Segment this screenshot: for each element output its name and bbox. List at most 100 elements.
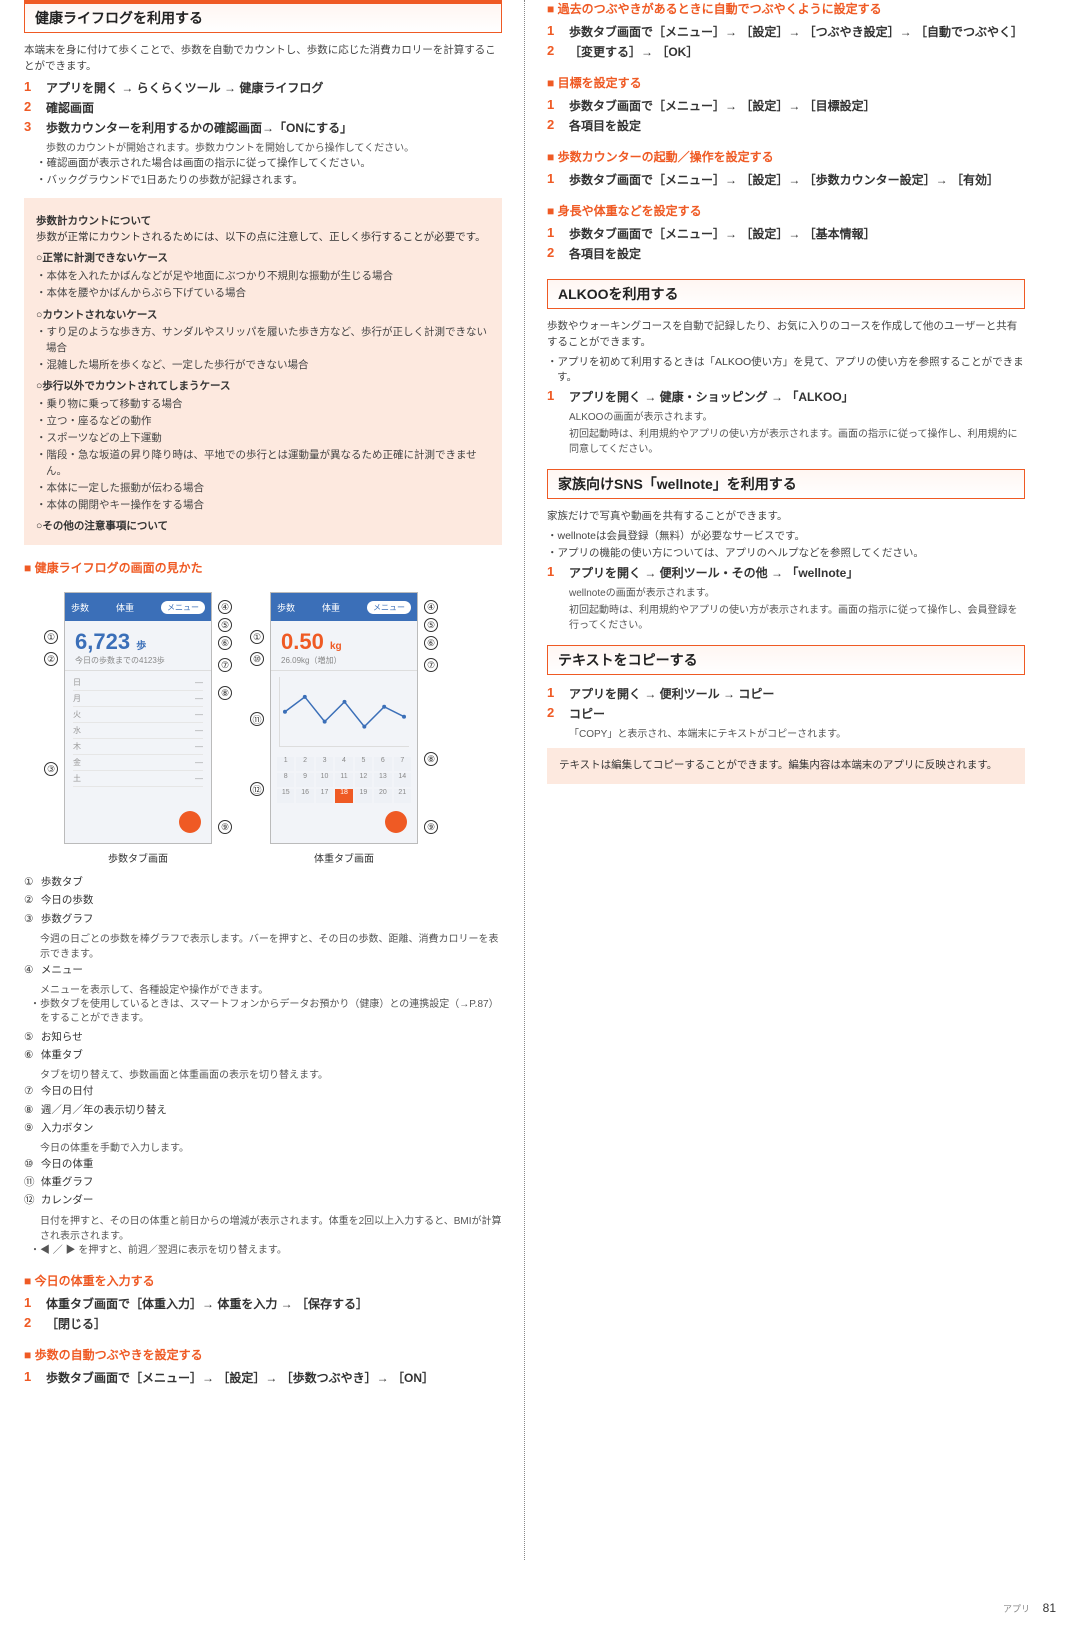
note-section: ○正常に計測できないケース (36, 251, 490, 267)
fab-input-button[interactable] (179, 811, 201, 833)
callout-6: ⑥ (218, 636, 232, 650)
list-item[interactable]: 火― (73, 707, 203, 723)
legend-label: 入力ボタン (41, 1122, 94, 1134)
legend-sub: 今週の日ごとの歩数を棒グラフで表示します。バーを押すと、その日の歩数、距離、消費… (40, 930, 502, 960)
tab-steps[interactable]: 歩数 (277, 601, 295, 614)
step-text: 歩数タブ画面で［メニュー］→ ［設定］→ ［歩数カウンター設定］→ ［有効］ (569, 171, 1025, 188)
step-number: 2 (24, 99, 38, 116)
subheading-screen-overview: 健康ライフログの画面の見かた (24, 559, 502, 576)
step-text: 各項目を設定 (569, 245, 1025, 262)
note-bullet: 乗り物に乗って移動する場合 (46, 397, 490, 412)
step: 2 ［変更する］→ ［OK］ (547, 43, 1025, 60)
legend-sub: タブを切り替えて、歩数画面と体重画面の表示を切り替えます。 (40, 1066, 502, 1081)
subheading-past-tweet: 過去のつぶやきがあるときに自動でつぶやくように設定する (547, 0, 1025, 17)
legend-label: 今日の歩数 (41, 894, 94, 906)
step-text: アプリを開く → 健康・ショッピング → 「ALKOO」 (569, 388, 1025, 405)
list-item[interactable]: 日― (73, 675, 203, 691)
menu-button[interactable]: メニュー (367, 601, 411, 614)
step: 1 アプリを開く → 便利ツール・その他 → 「wellnote」 (547, 564, 1025, 581)
callout-1: ① (250, 630, 264, 644)
legend-label: 週／月／年の表示切り替え (41, 1104, 167, 1116)
note-bullet: 混雑した場所を歩くなど、一定した歩行ができない場合 (46, 358, 490, 373)
step-text: アプリを開く → 便利ツール・その他 → 「wellnote」 (569, 564, 1025, 581)
step-subtext: 初回起動時は、利用規約やアプリの使い方が表示されます。画面の指示に従って操作し、… (569, 425, 1025, 455)
step-text: 歩数タブ画面で［メニュー］→ ［設定］→ ［目標設定］ (569, 97, 1025, 114)
callout-11: ⑪ (250, 712, 264, 726)
screenshot-caption: 歩数タブ画面 (48, 850, 228, 865)
note-bullet: すり足のような歩き方、サンダルやスリッパを履いた歩き方など、歩行が正しく計測でき… (46, 325, 490, 355)
list-item[interactable]: 木― (73, 739, 203, 755)
step: 2 ［閉じる］ (24, 1315, 502, 1332)
step-text: 体重タブ画面で［体重入力］→ 体重を入力 → ［保存する］ (46, 1295, 502, 1312)
step-number: 3 (24, 119, 38, 136)
note-bullet: スポーツなどの上下運動 (46, 431, 490, 446)
subheading-goal: 目標を設定する (547, 74, 1025, 91)
subheading-counter-setting: 歩数カウンターの起動／操作を設定する (547, 148, 1025, 165)
calendar[interactable]: 1234567 891011121314 15161718192021 (271, 753, 417, 807)
callout-10: ⑩ (250, 652, 264, 666)
list-item[interactable]: 月― (73, 691, 203, 707)
line-chart-icon (280, 677, 409, 746)
legend-sub: ◀ ／ ▶ を押すと、前週／翌週に表示を切り替えます。 (40, 1244, 502, 1259)
wellnote-text: 家族だけで写真や動画を共有することができます。 (547, 509, 1025, 525)
callout-6: ⑥ (424, 636, 438, 650)
intro-text: 本端末を身に付けて歩くことで、歩数を自動でカウントし、歩数に応じた消費カロリーを… (24, 43, 502, 75)
legend-list: ① 歩数タブ ② 今日の歩数 ③ 歩数グラフ 今週の日ごとの歩数を棒グラフで表示… (24, 875, 502, 1258)
copy-note-box: テキストは編集してコピーすることができます。編集内容は本端末のアプリに反映されま… (547, 748, 1025, 784)
wellnote-bullet: アプリの機能の使い方については、アプリのヘルプなどを参照してください。 (557, 546, 1025, 561)
note-bullet: 本体を腰やかばんからぶら下げている場合 (46, 286, 490, 301)
note-bullet: 本体に一定した振動が伝わる場合 (46, 481, 490, 496)
step3-bullet: 確認画面が表示された場合は画面の指示に従って操作してください。 (46, 156, 502, 171)
page-number: 81 (1043, 1601, 1056, 1615)
callout-8: ⑧ (218, 686, 232, 700)
note-title: 歩数計カウントについて (36, 214, 490, 230)
step-number: 1 (24, 79, 38, 96)
step: 1 歩数タブ画面で［メニュー］→ ［設定］→ ［歩数カウンター設定］→ ［有効］ (547, 171, 1025, 188)
legend-label: 体重タブ (41, 1049, 83, 1061)
list-item[interactable]: 土― (73, 771, 203, 787)
screenshot-steps-tab: 歩数 体重 メニュー 6,723 歩 今日の歩数までの4123歩 日― 月― 火… (48, 592, 228, 865)
legend-label: メニュー (41, 964, 83, 976)
menu-button[interactable]: メニュー (161, 601, 205, 614)
note-section: ○その他の注意事項について (36, 519, 490, 535)
tab-weight[interactable]: 体重 (116, 601, 134, 614)
legend-sub: 今日の体重を手動で入力します。 (40, 1139, 502, 1154)
list-item[interactable]: 金― (73, 755, 203, 771)
step-subtext: 初回起動時は、利用規約やアプリの使い方が表示されます。画面の指示に従って操作し、… (569, 601, 1025, 631)
list-item[interactable]: 水― (73, 723, 203, 739)
step-text: アプリを開く → 便利ツール → コピー (569, 685, 1025, 702)
screenshot-caption: 体重タブ画面 (254, 850, 434, 865)
step-text: 確認画面 (46, 99, 502, 116)
tab-weight[interactable]: 体重 (322, 601, 340, 614)
pedometer-note-box: 歩数計カウントについて 歩数が正常にカウントされるためには、以下の点に注意して、… (24, 198, 502, 545)
subheading-auto-tweet: 歩数の自動つぶやきを設定する (24, 1346, 502, 1363)
callout-9: ⑨ (424, 820, 438, 834)
callout-5: ⑤ (424, 618, 438, 632)
callout-9: ⑨ (218, 820, 232, 834)
note-section: ○カウントされないケース (36, 308, 490, 324)
step-subtext: wellnoteの画面が表示されます。 (569, 584, 1025, 599)
fab-input-button[interactable] (385, 811, 407, 833)
note-bullet: 本体を入れたかばんなどが足や地面にぶつかり不規則な振動が生じる場合 (46, 269, 490, 284)
step-text: 歩数タブ画面で［メニュー］→ ［設定］→ ［歩数つぶやき］→ ［ON］ (46, 1369, 502, 1386)
legend-label: 歩数グラフ (41, 913, 94, 925)
alkoo-text: 歩数やウォーキングコースを自動で記録したり、お気に入りのコースを作成して他のユー… (547, 319, 1025, 351)
callout-7: ⑦ (218, 658, 232, 672)
tab-steps[interactable]: 歩数 (71, 601, 89, 614)
callout-12: ⑫ (250, 782, 264, 796)
step-1: 1 アプリを開く → らくらくツール → 健康ライフログ (24, 79, 502, 96)
step-count: 6,723 歩 (65, 621, 211, 655)
note-section: ○歩行以外でカウントされてしまうケース (36, 379, 490, 395)
weight-value: 0.50 kg (271, 621, 417, 655)
step: 2 各項目を設定 (547, 245, 1025, 262)
heading-wellnote: 家族向けSNS「wellnote」を利用する (547, 469, 1025, 499)
step-subtext: 「COPY」と表示され、本端末にテキストがコピーされます。 (569, 725, 1025, 740)
step-text: コピー (569, 705, 1025, 722)
step: 2 コピー (547, 705, 1025, 722)
weight-chart (279, 677, 409, 747)
legend-label: お知らせ (41, 1031, 83, 1043)
legend-label: 歩数タブ (41, 876, 83, 888)
step-text: 歩数カウンターを利用するかの確認画面→「ONにする」 (46, 119, 502, 136)
heading-health-lifelog: 健康ライフログを利用する (24, 0, 502, 33)
legend-sub: 日付を押すと、その日の体重と前日からの増減が表示されます。体重を2回以上入力する… (40, 1212, 502, 1242)
